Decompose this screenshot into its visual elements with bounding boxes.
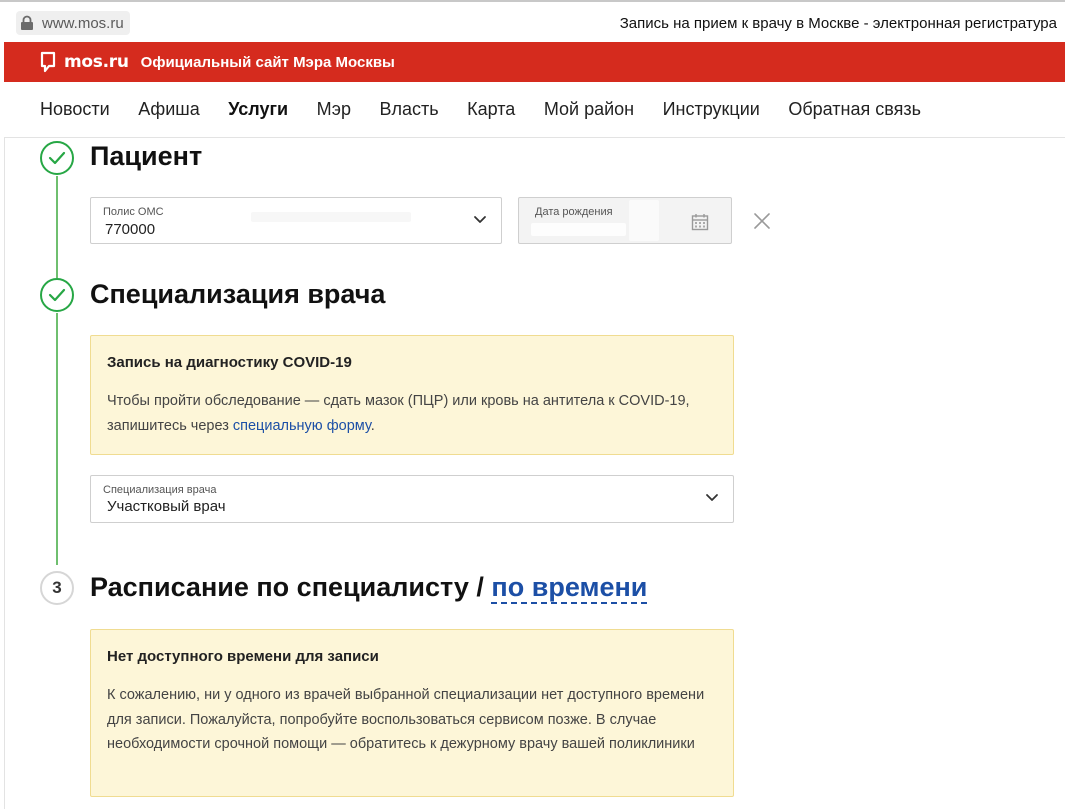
redacted-area (629, 200, 659, 241)
nav-item-map[interactable]: Карта (467, 99, 515, 120)
lock-icon (21, 15, 33, 30)
specialization-value: Участковый врач (107, 498, 226, 515)
covid-notice-title: Запись на диагностику COVID-19 (107, 354, 352, 371)
step-schedule-title: Расписание по специалисту / по времени (90, 572, 648, 604)
no-time-notice-title: Нет доступного времени для записи (107, 648, 379, 665)
specialization-select[interactable]: Специализация врача Участковый врач (90, 475, 734, 523)
redacted-area (251, 212, 411, 222)
covid-notice-text: Чтобы пройти обследование — сдать мазок … (107, 389, 717, 438)
url-field[interactable]: www.mos.ru (16, 11, 130, 35)
mos-logo-icon[interactable] (40, 51, 56, 73)
site-header: mos.ru Официальный сайт Мэра Москвы (4, 42, 1065, 82)
schedule-title-prefix: Расписание по специалисту / (90, 572, 492, 602)
no-time-notice: Нет доступного времени для записи К сожа… (90, 629, 734, 797)
oms-policy-select[interactable]: Полис ОМС 770000 (90, 197, 502, 244)
check-icon (48, 151, 66, 165)
site-name: Официальный сайт Мэра Москвы (140, 53, 395, 71)
step-specialization-check (40, 278, 74, 312)
nav-item-authorities[interactable]: Власть (379, 99, 438, 120)
step-specialization-title: Специализация врача (90, 279, 386, 309)
content-left-border (4, 138, 5, 809)
timeline-line-1 (56, 176, 58, 278)
step-patient-title: Пациент (90, 141, 203, 171)
redacted-area (531, 223, 626, 236)
url-text: www.mos.ru (42, 14, 124, 32)
nav-item-mayor[interactable]: Мэр (317, 99, 351, 120)
no-time-notice-text: К сожалению, ни у одного из врачей выбра… (107, 687, 705, 752)
timeline-line-2 (56, 313, 58, 565)
by-time-link[interactable]: по времени (491, 572, 648, 604)
covid-notice: Запись на диагностику COVID-19 Чтобы про… (90, 335, 734, 455)
nav-item-services[interactable]: Услуги (228, 99, 288, 120)
step-schedule-number: 3 (40, 571, 74, 605)
special-form-link[interactable]: специальную форму (233, 418, 371, 434)
chevron-down-icon[interactable] (473, 215, 487, 225)
browser-address-bar: www.mos.ru Запись на прием к врачу в Мос… (0, 0, 1065, 42)
nav-item-my-district[interactable]: Мой район (544, 99, 634, 120)
nav-item-feedback[interactable]: Обратная связь (788, 99, 921, 120)
chevron-down-icon[interactable] (705, 493, 719, 503)
page-tab-title: Запись на прием к врачу в Москве - элект… (619, 15, 1057, 32)
site-logo-text[interactable]: mos.ru (64, 52, 129, 72)
covid-notice-body: Чтобы пройти обследование — сдать мазок … (107, 393, 690, 434)
birthdate-label: Дата рождения (535, 206, 613, 218)
close-icon[interactable] (753, 212, 771, 230)
birthdate-field[interactable]: Дата рождения (518, 197, 732, 244)
covid-notice-period: . (370, 417, 375, 434)
check-icon (48, 288, 66, 302)
main-nav: Новости Афиша Услуги Мэр Власть Карта Мо… (4, 82, 1065, 138)
nav-item-afisha[interactable]: Афиша (138, 99, 200, 120)
nav-item-news[interactable]: Новости (40, 99, 110, 120)
nav-item-instructions[interactable]: Инструкции (663, 99, 760, 120)
step-patient-check (40, 141, 74, 175)
calendar-icon[interactable] (691, 213, 709, 231)
oms-policy-value: 770000 (105, 221, 156, 238)
oms-policy-label: Полис ОМС (103, 206, 164, 218)
specialization-label: Специализация врача (103, 484, 217, 496)
